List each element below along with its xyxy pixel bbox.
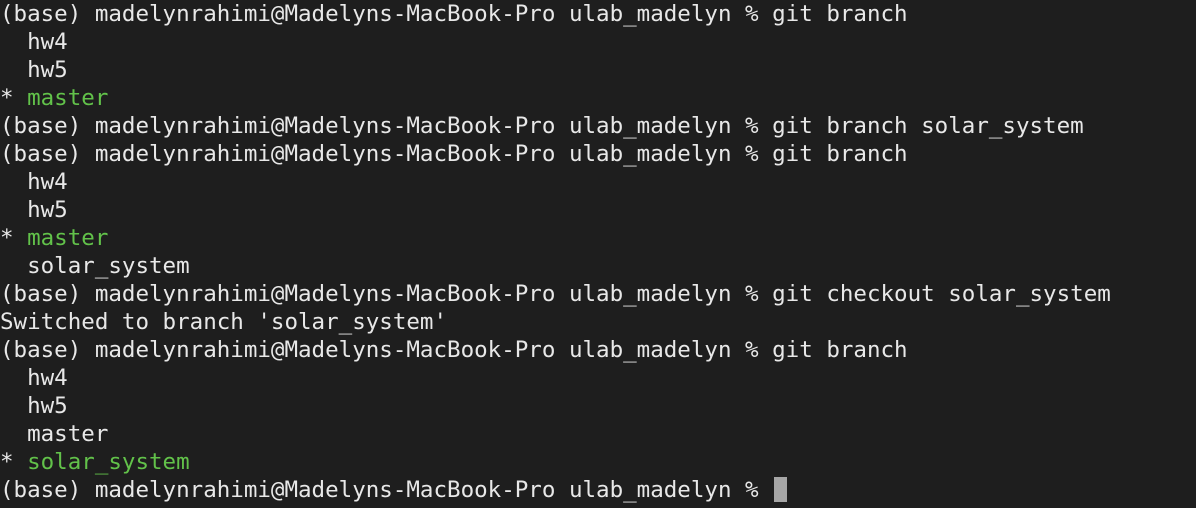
current-branch-line: * solar_system xyxy=(0,448,1196,476)
current-branch-marker: * xyxy=(0,449,28,475)
active-prompt-line[interactable]: (base) madelynrahimi@Madelyns-MacBook-Pr… xyxy=(0,476,1196,504)
current-branch-line: * master xyxy=(0,224,1196,252)
command-output-line: Switched to branch 'solar_system' xyxy=(0,309,448,335)
branch-line: hw5 xyxy=(0,57,68,83)
prompt-line: (base) madelynrahimi@Madelyns-MacBook-Pr… xyxy=(0,141,908,167)
active-prompt-text: (base) madelynrahimi@Madelyns-MacBook-Pr… xyxy=(0,477,773,503)
prompt-line: (base) madelynrahimi@Madelyns-MacBook-Pr… xyxy=(0,113,1084,139)
terminal-output: (base) madelynrahimi@Madelyns-MacBook-Pr… xyxy=(0,0,1196,504)
branch-line: hw5 xyxy=(0,393,68,419)
current-branch-marker: * xyxy=(0,85,28,111)
branch-line: master xyxy=(0,421,109,447)
text-cursor[interactable] xyxy=(774,477,788,502)
branch-line: solar_system xyxy=(0,253,190,279)
branch-line: hw4 xyxy=(0,169,68,195)
prompt-line: (base) madelynrahimi@Madelyns-MacBook-Pr… xyxy=(0,337,908,363)
branch-line: hw4 xyxy=(0,365,68,391)
branch-line: hw4 xyxy=(0,29,68,55)
prompt-line: (base) madelynrahimi@Madelyns-MacBook-Pr… xyxy=(0,1,908,27)
current-branch-name: solar_system xyxy=(27,449,190,475)
current-branch-marker: * xyxy=(0,225,28,251)
branch-line: hw5 xyxy=(0,197,68,223)
current-branch-line: * master xyxy=(0,84,1196,112)
current-branch-name: master xyxy=(27,225,109,251)
prompt-line: (base) madelynrahimi@Madelyns-MacBook-Pr… xyxy=(0,281,1111,307)
terminal-window[interactable]: (base) madelynrahimi@Madelyns-MacBook-Pr… xyxy=(0,0,1196,508)
current-branch-name: master xyxy=(27,85,109,111)
